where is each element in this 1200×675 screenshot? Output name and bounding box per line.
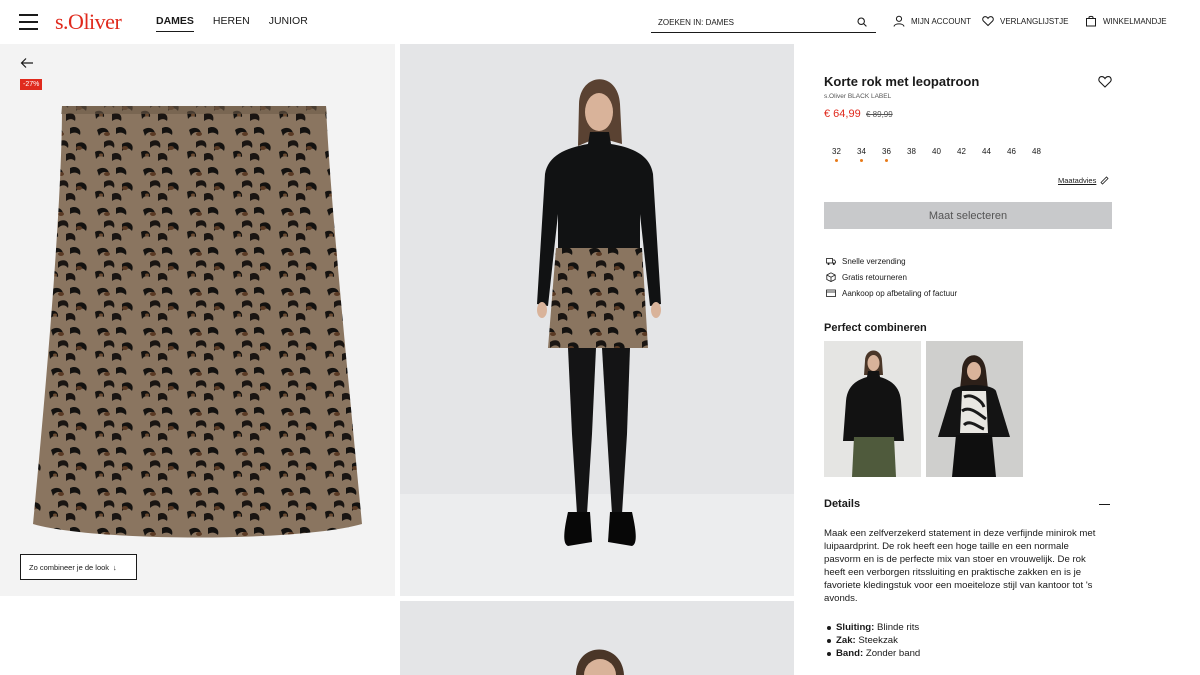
size-label: 34	[857, 147, 866, 156]
size-option[interactable]: 38	[899, 147, 924, 156]
ruler-icon	[1100, 176, 1109, 185]
size-option[interactable]: 44	[974, 147, 999, 156]
sale-price: € 64,99	[824, 108, 861, 120]
back-arrow-icon[interactable]	[20, 57, 34, 69]
cart-link[interactable]: WINKELMANDJE	[1085, 15, 1167, 27]
size-option[interactable]: 40	[924, 147, 949, 156]
low-stock-dot	[885, 159, 888, 162]
bag-icon	[1086, 15, 1096, 27]
fact-value: Steekzak	[858, 635, 898, 646]
fact-item: Zak: Steekzak	[826, 634, 920, 647]
size-label: 44	[982, 147, 991, 156]
main-nav: DAMES HEREN JUNIOR	[156, 15, 308, 32]
usp-label: Gratis retourneren	[842, 272, 907, 282]
size-label: 46	[1007, 147, 1016, 156]
combine-look-label: Zo combineer je de look	[29, 562, 110, 572]
details-accordion-toggle[interactable]: Details	[824, 496, 1112, 512]
add-to-wishlist-icon[interactable]	[1098, 75, 1112, 88]
combine-section-title: Perfect combineren	[824, 322, 927, 334]
fact-key: Zak:	[836, 635, 856, 646]
fact-key: Sluiting:	[836, 622, 875, 633]
search-bar	[651, 12, 876, 33]
product-image-model-2[interactable]	[400, 601, 794, 675]
size-label: 48	[1032, 147, 1041, 156]
user-icon	[893, 15, 905, 27]
fact-value: Zonder band	[865, 648, 921, 659]
nav-junior[interactable]: JUNIOR	[269, 15, 308, 32]
size-option[interactable]: 36	[874, 147, 899, 162]
usp-label: Aankoop op afbetaling of factuur	[842, 288, 958, 298]
heart-icon	[982, 16, 994, 27]
fact-item: Sluiting: Blinde rits	[826, 621, 920, 634]
size-option[interactable]: 34	[849, 147, 874, 162]
search-icon[interactable]	[857, 17, 867, 27]
fact-value: Blinde rits	[877, 622, 920, 633]
combine-product-thumb[interactable]	[824, 341, 921, 477]
size-selector: 32 34 36 38 40 42 44 46 48	[824, 147, 1049, 162]
leopard-skirt-image	[33, 106, 362, 538]
model-photo-2	[400, 601, 794, 675]
wishlist-link[interactable]: VERLANGLIJSTJE	[982, 15, 1068, 27]
cart-label: WINKELMANDJE	[1103, 16, 1167, 26]
menu-icon[interactable]	[19, 14, 38, 30]
truck-icon	[826, 258, 836, 265]
size-label: 40	[932, 147, 941, 156]
size-option[interactable]: 32	[824, 147, 849, 162]
account-label: MIJN ACCOUNT	[911, 16, 971, 26]
fact-item: Band: Zonder band	[826, 647, 921, 660]
box-icon	[826, 272, 836, 282]
thumb-zebra-top-image	[926, 341, 1023, 477]
credit-card-icon	[826, 289, 836, 297]
size-label: 36	[882, 147, 891, 156]
low-stock-dot	[860, 159, 863, 162]
wishlist-label: VERLANGLIJSTJE	[1000, 16, 1069, 26]
size-option[interactable]: 48	[1024, 147, 1049, 156]
size-advice-link[interactable]: Maatadvies	[1058, 176, 1109, 185]
combine-product-thumb[interactable]	[926, 341, 1023, 477]
nav-heren[interactable]: HEREN	[213, 15, 250, 32]
product-image-main[interactable]: -27% Zo combineer je de look ↓	[0, 44, 395, 596]
thumb-black-turtleneck-image	[824, 341, 921, 477]
size-label: 32	[832, 147, 841, 156]
product-description: Maak een zelfverzekerd statement in deze…	[824, 528, 1096, 604]
model-photo	[400, 44, 794, 596]
nav-dames[interactable]: DAMES	[156, 15, 194, 32]
usp-returns: Gratis retourneren	[826, 272, 907, 282]
fact-key: Band:	[836, 648, 864, 659]
size-option[interactable]: 42	[949, 147, 974, 156]
account-link[interactable]: MIJN ACCOUNT	[893, 15, 971, 27]
product-facts-list: Sluiting: Blinde rits Zak: Steekzak Band…	[826, 621, 921, 660]
size-label: 42	[957, 147, 966, 156]
logo[interactable]: s.Oliver	[55, 9, 122, 35]
discount-badge: -27%	[20, 79, 43, 90]
site-header: s.Oliver DAMES HEREN JUNIOR MIJN ACCOUNT…	[0, 0, 1200, 44]
arrow-down-icon: ↓	[113, 562, 117, 572]
original-price: € 89,99	[866, 110, 893, 119]
product-title: Korte rok met leopatroon	[824, 74, 980, 89]
low-stock-dot	[835, 159, 838, 162]
usp-label: Snelle verzending	[842, 256, 906, 266]
select-size-button[interactable]: Maat selecteren	[824, 202, 1112, 229]
usp-payment: Aankoop op afbetaling of factuur	[826, 288, 957, 298]
size-option[interactable]: 46	[999, 147, 1024, 156]
usp-shipping: Snelle verzending	[826, 256, 906, 266]
size-label: 38	[907, 147, 916, 156]
size-advice-label: Maatadvies	[1058, 176, 1097, 185]
details-title: Details	[824, 498, 861, 510]
collapse-icon	[1099, 503, 1110, 505]
product-brand: s.Oliver BLACK LABEL	[824, 93, 892, 100]
product-image-model[interactable]	[400, 44, 794, 596]
combine-look-button[interactable]: Zo combineer je de look ↓	[20, 554, 137, 580]
search-input[interactable]	[651, 12, 846, 33]
